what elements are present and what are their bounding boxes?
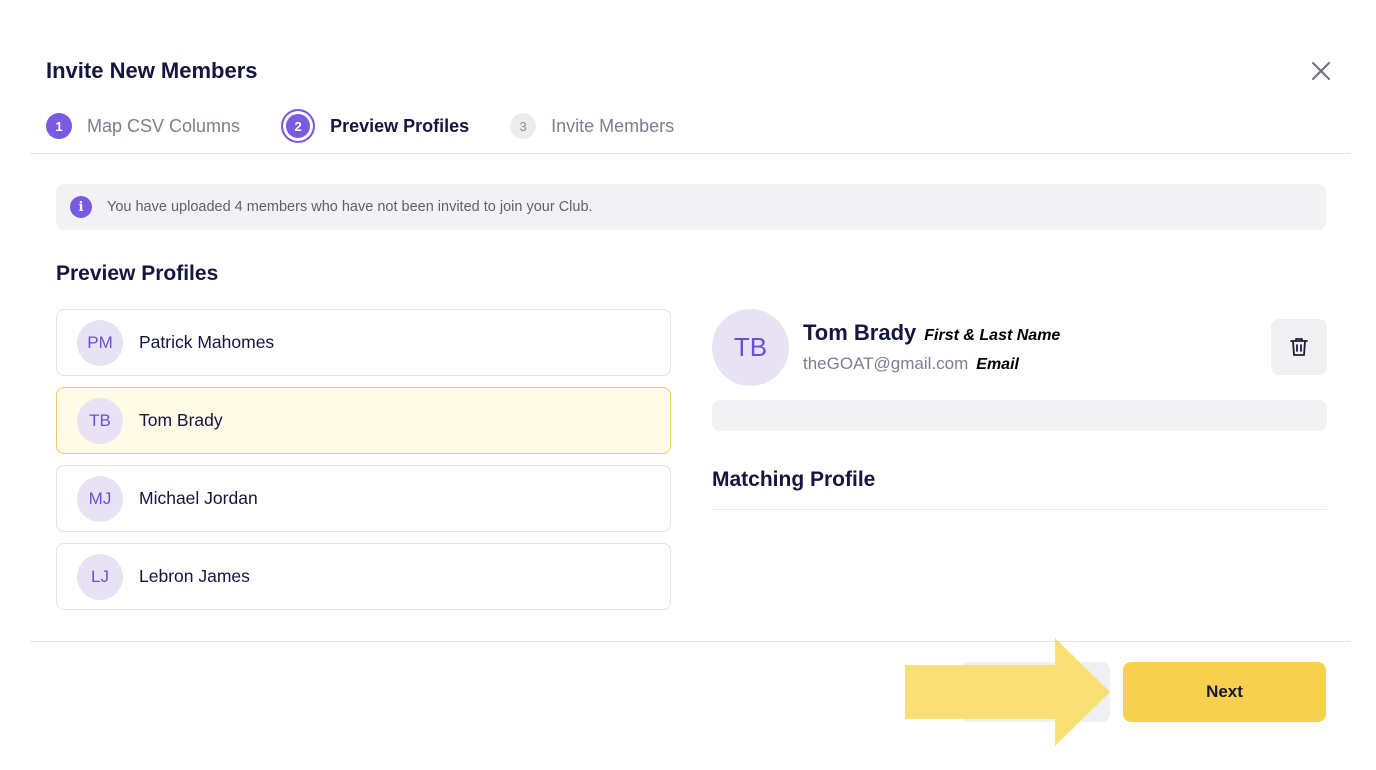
avatar: LJ bbox=[77, 553, 123, 600]
detail-name-row: Tom Brady First & Last Name bbox=[803, 320, 1060, 346]
footer-divider bbox=[30, 641, 1350, 642]
info-icon: i bbox=[70, 196, 92, 218]
profile-name: Lebron James bbox=[139, 566, 250, 586]
detail-email: theGOAT@gmail.com bbox=[803, 354, 969, 373]
detail-placeholder-bar bbox=[712, 400, 1327, 431]
info-banner-text: You have uploaded 4 members who have not… bbox=[107, 199, 593, 215]
step-number: 3 bbox=[510, 113, 537, 139]
matching-profile-title: Matching Profile bbox=[712, 468, 876, 491]
close-icon[interactable] bbox=[1306, 56, 1336, 86]
step-preview-profiles[interactable]: 2 Preview Profiles bbox=[281, 109, 469, 143]
detail-name: Tom Brady bbox=[803, 320, 917, 345]
modal-title: Invite New Members bbox=[46, 58, 258, 83]
stepper: 1 Map CSV Columns 2 Preview Profiles 3 I… bbox=[46, 108, 715, 144]
step-number: 2 bbox=[281, 109, 316, 143]
header-divider bbox=[30, 153, 1350, 154]
profile-item[interactable]: PM Patrick Mahomes bbox=[56, 309, 671, 376]
profile-name: Tom Brady bbox=[139, 410, 223, 430]
arrow-right-icon bbox=[905, 638, 1110, 746]
profile-item[interactable]: LJ Lebron James bbox=[56, 543, 671, 610]
info-banner: i You have uploaded 4 members who have n… bbox=[56, 184, 1326, 230]
profile-name: Patrick Mahomes bbox=[139, 332, 275, 352]
profile-item[interactable]: MJ Michael Jordan bbox=[56, 465, 671, 532]
trash-icon bbox=[1290, 338, 1308, 356]
profile-list: PM Patrick Mahomes TB Tom Brady MJ Micha… bbox=[56, 309, 671, 621]
next-button[interactable]: Next bbox=[1123, 662, 1326, 722]
step-map-csv-columns[interactable]: 1 Map CSV Columns bbox=[46, 113, 240, 139]
preview-profiles-title: Preview Profiles bbox=[56, 262, 219, 285]
profile-name: Michael Jordan bbox=[139, 488, 258, 508]
detail-avatar: TB bbox=[712, 309, 789, 386]
step-label: Map CSV Columns bbox=[87, 115, 241, 136]
matching-profile-divider bbox=[712, 509, 1327, 510]
step-number: 1 bbox=[46, 113, 72, 139]
email-annotation: Email bbox=[976, 356, 1019, 373]
step-label: Preview Profiles bbox=[330, 115, 470, 136]
avatar: MJ bbox=[77, 475, 123, 522]
detail-email-row: theGOAT@gmail.com Email bbox=[803, 354, 1019, 374]
delete-profile-button[interactable] bbox=[1271, 319, 1327, 375]
avatar: PM bbox=[77, 319, 123, 366]
avatar: TB bbox=[77, 397, 123, 444]
step-label: Invite Members bbox=[551, 115, 675, 136]
profile-item-selected[interactable]: TB Tom Brady bbox=[56, 387, 671, 454]
name-annotation: First & Last Name bbox=[924, 327, 1061, 344]
invite-members-modal: Invite New Members 1 Map CSV Columns 2 P… bbox=[0, 0, 1376, 770]
step-invite-members[interactable]: 3 Invite Members bbox=[510, 113, 674, 139]
